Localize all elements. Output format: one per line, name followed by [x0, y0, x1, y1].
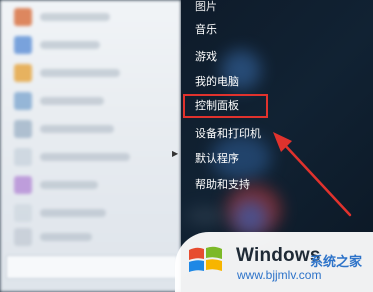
program-icon [14, 204, 32, 222]
watermark-url: www.bjjmlv.com [237, 268, 322, 282]
menu-item-music[interactable]: 音乐 [195, 23, 217, 37]
program-icon [14, 228, 32, 246]
blurred-background-shape [186, 208, 226, 224]
program-icon [14, 176, 32, 194]
highlight-box [183, 94, 268, 118]
program-label-blurred [40, 69, 120, 77]
all-programs-arrow-icon[interactable]: ▶ [172, 149, 178, 158]
menu-item-default-programs[interactable]: 默认程序 [195, 152, 239, 166]
program-label-blurred [40, 97, 104, 105]
program-icon [14, 92, 32, 110]
watermark-brand: Windows [236, 245, 321, 266]
menu-item-help-support[interactable]: 帮助和支持 [195, 178, 250, 192]
program-item[interactable] [14, 8, 110, 26]
program-label-blurred [40, 125, 114, 133]
program-icon [14, 36, 32, 54]
menu-item-games[interactable]: 游戏 [195, 50, 217, 64]
blurred-background-shape [233, 200, 268, 235]
program-icon [14, 148, 32, 166]
program-icon [14, 8, 32, 26]
program-item[interactable] [14, 228, 92, 246]
program-label-blurred [40, 233, 92, 241]
windows-logo-icon [189, 246, 222, 272]
program-item[interactable] [14, 92, 104, 110]
search-box-blurred[interactable] [6, 255, 178, 279]
program-label-blurred [40, 181, 98, 189]
program-item[interactable] [14, 120, 114, 138]
menu-item-my-computer[interactable]: 我的电脑 [195, 75, 239, 89]
program-item[interactable] [14, 36, 100, 54]
program-item[interactable] [14, 176, 98, 194]
program-icon [14, 120, 32, 138]
menu-item-pictures[interactable]: 图片 [195, 0, 217, 14]
program-item[interactable] [14, 204, 106, 222]
programs-list-panel [0, 0, 181, 292]
program-item[interactable] [14, 64, 120, 82]
program-label-blurred [40, 153, 130, 161]
program-label-blurred [40, 13, 110, 21]
menu-item-devices-printers[interactable]: 设备和打印机 [195, 127, 261, 141]
program-icon [14, 64, 32, 82]
program-item[interactable] [14, 148, 130, 166]
program-label-blurred [40, 41, 100, 49]
program-label-blurred [40, 209, 106, 217]
